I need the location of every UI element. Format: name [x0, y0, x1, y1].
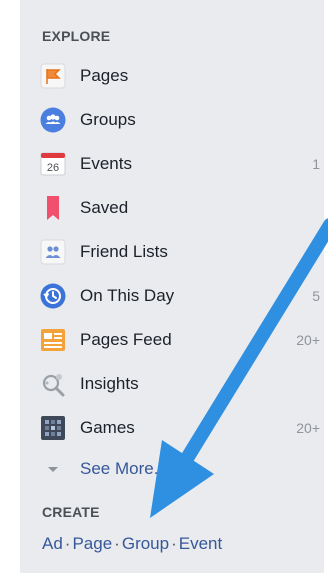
- nav-item-games[interactable]: Games 20+: [40, 411, 328, 445]
- separator: ·: [114, 534, 120, 553]
- see-more-label: See More...: [80, 459, 168, 478]
- see-more-link[interactable]: See More...: [40, 452, 328, 486]
- calendar-day-text: 26: [47, 162, 59, 174]
- nav-item-count: 20+: [296, 332, 320, 348]
- create-ad-link[interactable]: Ad: [42, 534, 63, 553]
- explore-heading: EXPLORE: [42, 28, 111, 44]
- flag-icon: [40, 63, 66, 89]
- nav-item-label: Groups: [80, 110, 136, 129]
- nav-item-events[interactable]: 26 Events 1: [40, 147, 328, 181]
- calendar-icon: 26: [40, 151, 66, 177]
- nav-item-saved[interactable]: Saved: [40, 191, 328, 225]
- create-links: Ad · Page · Group · Event: [42, 534, 222, 554]
- nav-item-insights[interactable]: Insights: [40, 367, 328, 401]
- left-nav-panel: EXPLORE Pages Groups 26 Events 1 Saved F…: [20, 0, 324, 573]
- groups-icon: [40, 107, 66, 133]
- insights-icon: [40, 371, 66, 397]
- create-page-link[interactable]: Page: [72, 534, 112, 553]
- pages-feed-icon: [40, 327, 66, 353]
- create-group-link[interactable]: Group: [122, 534, 169, 553]
- nav-item-label: On This Day: [80, 286, 175, 305]
- nav-item-label: Pages Feed: [80, 330, 172, 349]
- nav-item-count: 5: [312, 288, 320, 304]
- chevron-down-icon: [40, 456, 66, 482]
- nav-item-on-this-day[interactable]: On This Day 5: [40, 279, 328, 313]
- nav-item-label: Friend Lists: [80, 242, 168, 261]
- nav-item-groups[interactable]: Groups: [40, 103, 328, 137]
- create-event-link[interactable]: Event: [179, 534, 222, 553]
- separator: ·: [171, 534, 177, 553]
- nav-item-label: Insights: [80, 374, 139, 393]
- games-icon: [40, 415, 66, 441]
- nav-item-pages-feed[interactable]: Pages Feed 20+: [40, 323, 328, 357]
- create-heading: CREATE: [42, 504, 100, 520]
- nav-item-label: Events: [80, 154, 132, 173]
- nav-item-label: Games: [80, 418, 135, 437]
- nav-item-friend-lists[interactable]: Friend Lists: [40, 235, 328, 269]
- nav-item-pages[interactable]: Pages: [40, 59, 328, 93]
- nav-item-label: Saved: [80, 198, 129, 217]
- friend-lists-icon: [40, 239, 66, 265]
- nav-item-count: 1: [312, 156, 320, 172]
- on-this-day-icon: [40, 283, 66, 309]
- nav-item-count: 20+: [296, 420, 320, 436]
- nav-item-label: Pages: [80, 66, 129, 85]
- bookmark-icon: [40, 195, 66, 221]
